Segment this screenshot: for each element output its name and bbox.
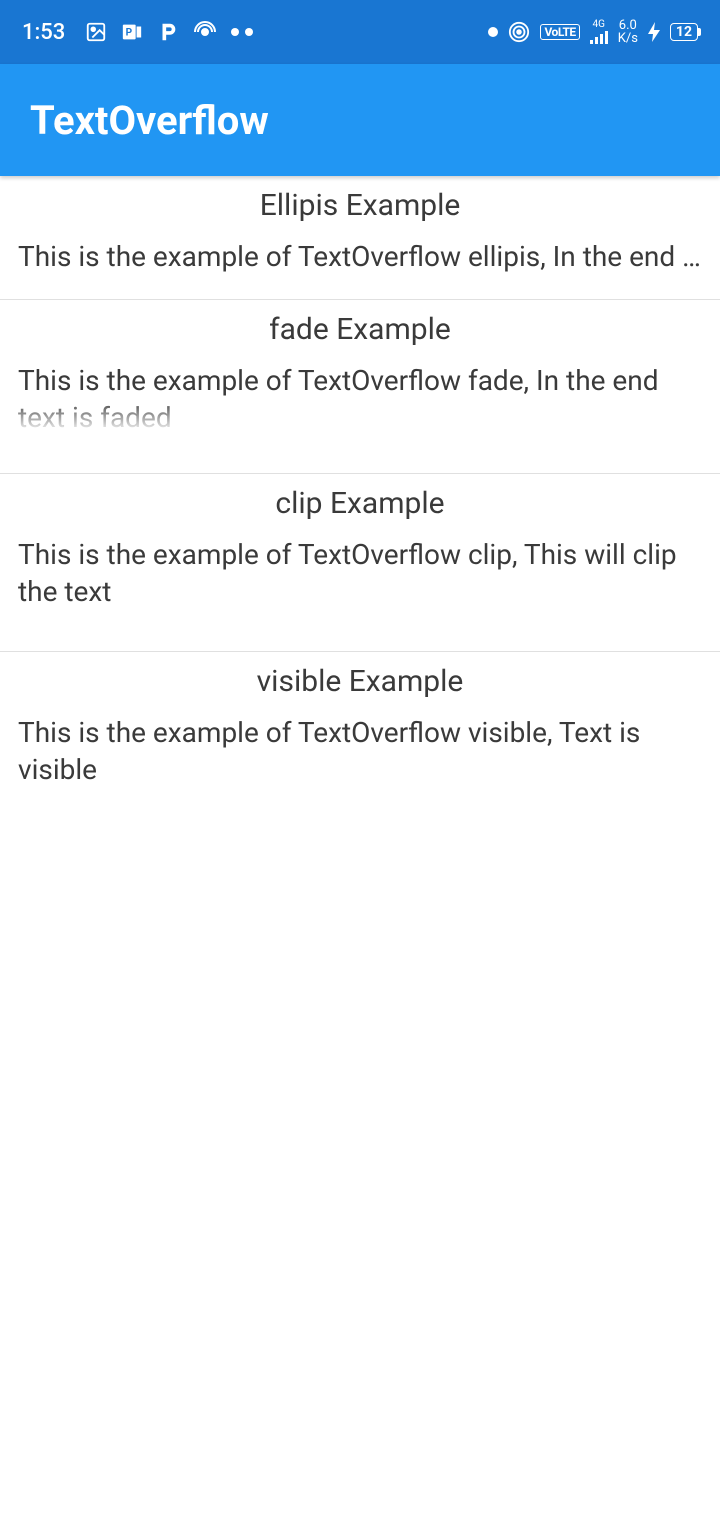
section-fade: fade Example This is the example of Text… (0, 300, 720, 474)
section-body: This is the example of TextOverflow elli… (18, 239, 702, 275)
svg-text:P: P (126, 28, 133, 39)
status-time: 1:53 (22, 20, 65, 45)
p-icon (157, 21, 179, 43)
notification-dot-icon (488, 27, 498, 37)
section-title: fade Example (18, 312, 702, 347)
overflow-dots-icon (231, 28, 253, 36)
section-visible: visible Example This is the example of T… (0, 652, 720, 812)
app-title: TextOverflow (30, 97, 269, 144)
section-title: visible Example (18, 664, 702, 699)
network-speed: 6.0 K/s (618, 19, 638, 45)
section-ellipsis: Ellipis Example This is the example of T… (0, 176, 720, 300)
gallery-icon (85, 21, 107, 43)
section-body: This is the example of TextOverflow visi… (18, 715, 702, 788)
powerpoint-icon: P (121, 21, 143, 43)
section-body: This is the example of TextOverflow clip… (18, 537, 702, 610)
section-title: clip Example (18, 486, 702, 521)
status-right: VoLTE 4G 6.0 K/s 12 (488, 19, 698, 45)
battery-badge: 12 (670, 23, 698, 41)
clip-wrapper: This is the example of TextOverflow clip… (18, 537, 702, 611)
app-bar: TextOverflow (0, 64, 720, 176)
signal-icon: 4G (590, 20, 608, 44)
section-title: Ellipis Example (18, 188, 702, 223)
cast-icon (508, 21, 530, 43)
section-clip: clip Example This is the example of Text… (0, 474, 720, 652)
hotspot-icon (193, 20, 217, 44)
volte-badge: VoLTE (540, 24, 579, 40)
charging-icon (648, 22, 660, 42)
fade-wrapper: This is the example of TextOverflow fade… (18, 363, 702, 433)
status-left: 1:53 P (22, 20, 253, 45)
section-body: This is the example of TextOverflow fade… (18, 363, 702, 433)
status-bar: 1:53 P VoLTE 4G 6.0 K/s (0, 0, 720, 64)
